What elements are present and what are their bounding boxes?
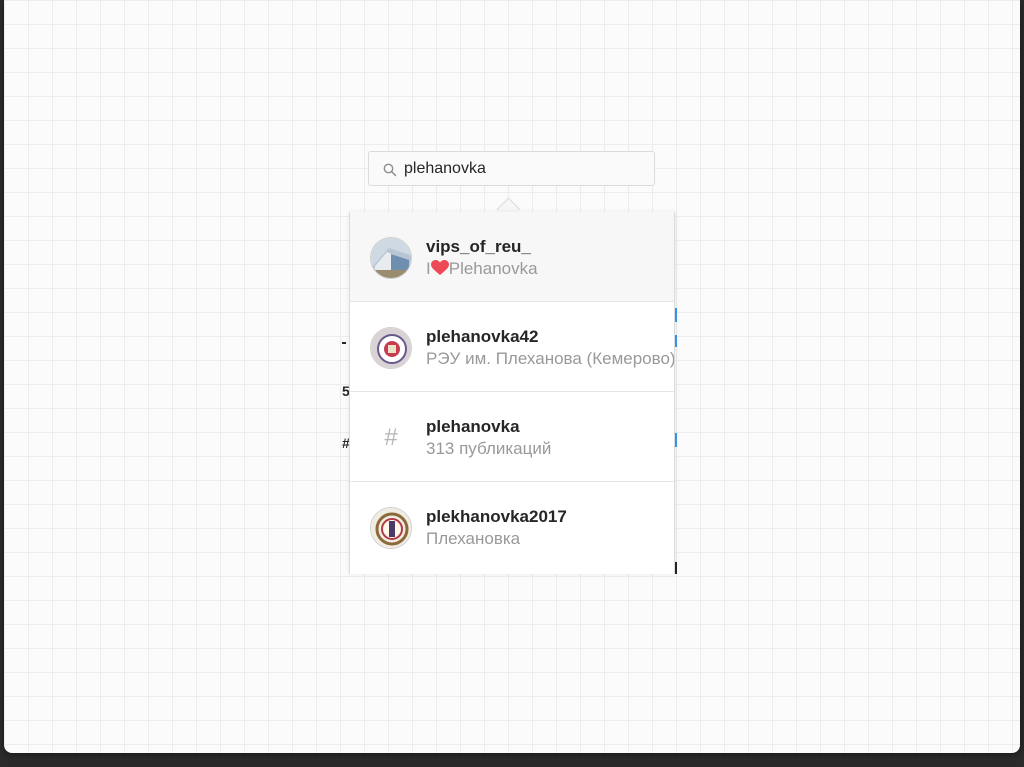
hashtag-icon: # bbox=[384, 424, 398, 451]
heart-icon bbox=[430, 260, 449, 276]
result-subtitle: Плехановка bbox=[426, 529, 521, 548]
profile-avatar bbox=[370, 327, 412, 369]
result-subtitle: РЭУ им. Плеханова (Кемерово) bbox=[426, 349, 674, 368]
search-result-item[interactable]: plehanovka42 РЭУ им. Плеханова (Кемерово… bbox=[350, 302, 674, 392]
result-username: vips_of_reu_ bbox=[426, 237, 531, 256]
search-input[interactable]: plehanovka bbox=[368, 151, 655, 186]
slide-canvas: 5 # plehanovka vips_of_reu_ I Plehanovka… bbox=[4, 0, 1020, 753]
search-results-dropdown: vips_of_reu_ I Plehanovka plehanovka42 Р… bbox=[349, 212, 675, 574]
search-result-item[interactable]: vips_of_reu_ I Plehanovka bbox=[350, 212, 674, 302]
result-username: plehanovka42 bbox=[426, 327, 539, 346]
result-subtitle: I Plehanovka bbox=[426, 259, 538, 278]
search-icon bbox=[383, 163, 397, 177]
result-username: plekhanovka2017 bbox=[426, 507, 567, 526]
profile-avatar bbox=[370, 237, 412, 279]
search-query-text: plehanovka bbox=[404, 160, 486, 177]
result-post-count: 313 публикаций bbox=[426, 439, 552, 458]
search-result-item[interactable]: # plehanovka 313 публикаций bbox=[350, 392, 674, 482]
background-page-fragment bbox=[342, 342, 346, 344]
result-hashtag: plehanovka bbox=[426, 417, 520, 436]
profile-avatar bbox=[370, 507, 412, 549]
search-result-item[interactable]: plekhanovka2017 Плехановка bbox=[350, 482, 674, 574]
